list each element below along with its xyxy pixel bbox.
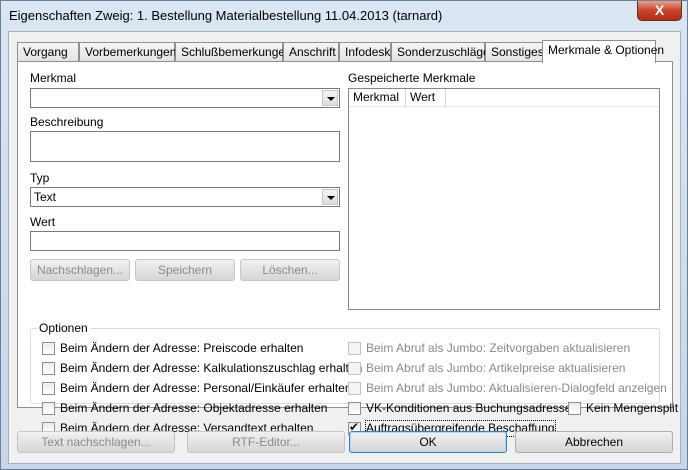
tab-panel-merkmale: Merkmal Beschreibung Typ Text Wert Nachs… — [17, 61, 678, 437]
tab-sonderzuschlaege[interactable]: Sonderzuschläge — [391, 42, 490, 62]
window-title: Eigenschaften Zweig: 1. Bestellung Mater… — [9, 8, 443, 23]
rtf-editor-button[interactable]: RTF-Editor... — [187, 431, 345, 453]
checkbox-box[interactable] — [348, 402, 361, 415]
close-button[interactable]: X — [637, 1, 682, 21]
checkbox-box[interactable] — [42, 362, 55, 375]
nachschlagen-button[interactable]: Nachschlagen... — [30, 259, 130, 281]
merkmal-combo[interactable] — [30, 88, 340, 108]
option-label: Beim Abruf als Jumbo: Aktualisieren-Dial… — [366, 381, 667, 395]
tab-vorgang[interactable]: Vorgang — [17, 42, 79, 62]
saved-features-list[interactable]: Merkmal Wert — [348, 88, 660, 310]
list-header: Merkmal Wert — [349, 89, 659, 107]
wert-label: Wert — [30, 215, 56, 229]
option-label: Beim Abruf als Jumbo: Zeitvorgaben aktua… — [366, 341, 631, 355]
merkmal-label: Merkmal — [30, 71, 77, 85]
checkbox-box[interactable] — [348, 382, 361, 395]
checkbox-box[interactable] — [42, 402, 55, 415]
tab-anschrift[interactable]: Anschrift — [283, 42, 339, 62]
text-nachschlagen-button[interactable]: Text nachschlagen... — [17, 431, 175, 453]
tab-vorbemerkungen[interactable]: Vorbemerkungen — [79, 42, 176, 62]
title-bar[interactable]: Eigenschaften Zweig: 1. Bestellung Mater… — [1, 1, 687, 31]
options-title: Optionen — [37, 321, 90, 335]
typ-value: Text — [34, 190, 57, 204]
ok-button[interactable]: OK — [349, 431, 507, 453]
option-label: Kein Mengensplit — [586, 401, 679, 415]
option-label: VK-Konditionen aus Buchungsadresse — [366, 401, 572, 415]
column-header-wert[interactable]: Wert — [406, 89, 446, 107]
wert-input[interactable] — [30, 231, 340, 251]
close-icon: X — [654, 2, 665, 18]
typ-label: Typ — [30, 171, 50, 185]
tab-sonstiges[interactable]: Sonstiges — [485, 42, 544, 62]
beschreibung-label: Beschreibung — [30, 115, 104, 129]
checkbox-box[interactable] — [42, 342, 55, 355]
beschreibung-input[interactable] — [30, 131, 340, 162]
tab-merkmale-optionen[interactable]: Merkmale & Optionen — [542, 40, 664, 63]
tab-infodesk[interactable]: Infodesk — [339, 42, 391, 62]
checkbox-box[interactable] — [568, 402, 581, 415]
speichern-button[interactable]: Speichern — [135, 259, 235, 281]
checkbox-box[interactable] — [348, 342, 361, 355]
properties-dialog: Eigenschaften Zweig: 1. Bestellung Mater… — [0, 0, 688, 470]
tab-schlussbemerkungen[interactable]: Schlußbemerkungen — [175, 42, 292, 62]
checkbox-box[interactable] — [42, 382, 55, 395]
cancel-button[interactable]: Abbrechen — [515, 431, 673, 453]
typ-combo[interactable]: Text — [30, 187, 340, 207]
option-label: Beim Abruf als Jumbo: Artikelpreise aktu… — [366, 361, 626, 375]
option-label: Beim Ändern der Adresse: Objektadresse e… — [60, 401, 328, 415]
loeschen-button[interactable]: Löschen... — [240, 259, 340, 281]
dialog-client: Vorgang Vorbemerkungen Schlußbemerkungen… — [8, 31, 681, 464]
saved-features-label: Gespeicherte Merkmale — [348, 71, 476, 85]
checkbox-box[interactable] — [348, 362, 361, 375]
option-label: Beim Ändern der Adresse: Kalkulationszus… — [60, 361, 363, 375]
option-label: Beim Ändern der Adresse: Personal/Einkäu… — [60, 381, 352, 395]
column-header-merkmal[interactable]: Merkmal — [349, 89, 406, 107]
option-label: Beim Ändern der Adresse: Preiscode erhal… — [60, 341, 304, 355]
chevron-down-icon[interactable] — [322, 90, 338, 106]
chevron-down-icon[interactable] — [322, 189, 338, 205]
